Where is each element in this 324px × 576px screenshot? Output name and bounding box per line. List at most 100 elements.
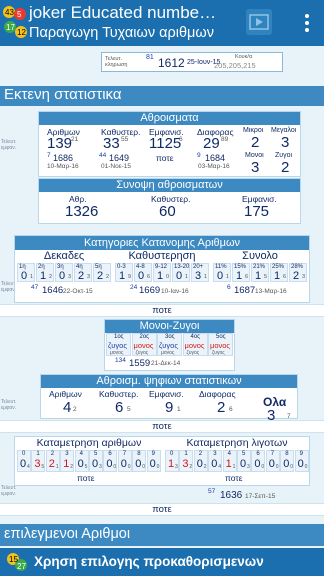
kath-draw-sup: 24 xyxy=(130,284,138,291)
category-cell-value: 2 xyxy=(293,270,300,282)
odd-even-sub: ζυγος xyxy=(135,350,149,356)
category-cell: 25% 1 6 xyxy=(270,263,288,282)
logo-number: 43 xyxy=(5,8,14,17)
kath-draw: 1669 xyxy=(139,285,161,296)
count-cell-sub: 4 xyxy=(218,464,221,470)
last-draw-id: 1612 xyxy=(158,56,185,70)
odd-even-value: ζυγος xyxy=(159,341,178,350)
count-cell-sub: 4 xyxy=(27,464,30,470)
digits-kathyster-value: 6 xyxy=(115,399,124,416)
side-label: Τελευτ. εμφαν. xyxy=(1,281,17,293)
predefined-button[interactable]: 15 27 Χρηση επιλογης προκαθορισμενων xyxy=(0,548,324,576)
count-cell-sub: 3 xyxy=(99,464,102,470)
count-cell: 600 xyxy=(251,450,266,472)
count-cell-sub: 0 xyxy=(142,464,145,470)
count-cell-value: 0 xyxy=(20,458,27,470)
sum-summary-box: Συνοψη αθροισματων Αθρ. 1326 Καθυστερ. 6… xyxy=(38,178,301,224)
section-title: Εκτενη στατιστικα xyxy=(0,86,324,106)
count-cell-label: 9 xyxy=(151,451,155,457)
counts-never: ποτε xyxy=(0,503,324,516)
digits-emfanis-value: 9 xyxy=(165,399,174,416)
app-title: joker Educated numbe… xyxy=(29,3,217,22)
category-cell-value: 0 xyxy=(176,270,183,282)
count-cell-label: 8 xyxy=(137,451,141,457)
summary-athr-value: 1326 xyxy=(65,203,99,220)
category-cell-value: 2 xyxy=(78,270,85,282)
count-cell-value: 0 xyxy=(254,458,261,470)
count-cell-value: 0 xyxy=(106,458,113,470)
odd-even-cell: 3ος ζυγος μονος xyxy=(157,333,182,356)
sum-kathyster-sup: 55 xyxy=(121,136,129,143)
app-header: 43 5 17 12 joker Educated numbe… Παραγωγ… xyxy=(0,0,324,46)
count-cell: 312 xyxy=(60,450,75,472)
count-cell-sub: 0 xyxy=(156,464,160,470)
count-cell: 132 xyxy=(179,450,194,472)
count-cell-label: 6 xyxy=(108,451,112,457)
logo-number: 17 xyxy=(6,23,15,32)
synolo-draw: 1687 xyxy=(234,285,256,296)
count-cell-value: 0 xyxy=(92,458,99,470)
digits-diaforas-sup: 6 xyxy=(229,406,233,413)
count-cell: 503 xyxy=(89,450,103,472)
category-cell-sub: 0 xyxy=(166,274,170,280)
count-cell-label: 0 xyxy=(170,451,174,457)
category-cell-value: 0 xyxy=(59,270,66,282)
side-label: Τελευτ. εμφαν. xyxy=(1,139,17,151)
count-cell: 411 xyxy=(222,450,237,472)
category-cell-sub: 9 xyxy=(128,274,132,280)
sum-kathyster-draw-sup: 44 xyxy=(99,152,107,159)
category-cell-sub: 6 xyxy=(147,274,151,280)
count-cell-value: 2 xyxy=(48,458,55,470)
count-cell-sub: 3 xyxy=(247,464,250,470)
count-cell-sub: 1 xyxy=(55,464,59,470)
category-cell-value: 1 xyxy=(40,270,47,282)
category-cell: 3η 0 3 xyxy=(55,263,73,282)
count-cell-sub: 2 xyxy=(70,464,73,470)
last-draw-bar: Τελευτ. κληρωση 81 1612 25-Ιουν-15 Κουκ/… xyxy=(101,52,283,72)
digits-arithmon-value: 4 xyxy=(63,399,72,416)
count-cell: 004 xyxy=(17,450,31,472)
predefined-label: Χρηση επιλογης προκαθορισμενων xyxy=(34,554,264,569)
counts-draw-sup: 57 xyxy=(208,488,216,495)
category-cell: 0-3 1 9 xyxy=(115,263,133,282)
digits-arithmon-sup: 2 xyxy=(73,406,77,413)
category-cell: 20+ 3 1 xyxy=(191,263,209,282)
category-cell-sub: 5 xyxy=(264,274,268,280)
digits-emfanis-sup: 1 xyxy=(177,406,181,413)
count-cell-sub: 5 xyxy=(41,464,45,470)
count-cell-sub: 2 xyxy=(203,464,207,470)
count-cell-value: 0 xyxy=(135,458,142,470)
synolo-draw-sup: 6 xyxy=(227,284,231,291)
categories-never: ποτε xyxy=(0,304,324,317)
sum-arithmon-date: 10-Μαρ-16 xyxy=(47,163,79,170)
odd-even-cell: 1ος ζυγος μονος xyxy=(106,333,131,356)
counts-date: 17-Σεπ-15 xyxy=(245,493,276,500)
side-label: Τελευτ. εμφαν. xyxy=(1,399,17,411)
category-cell-sub: 2 xyxy=(106,274,110,280)
category-cell-value: 1 xyxy=(236,270,243,282)
count-cell-label: 9 xyxy=(299,451,303,457)
synolo-title: Συνολο xyxy=(242,250,278,262)
category-cell: 11% 0 1 xyxy=(213,263,231,282)
counts-arithmon-title: Καταμετρηση αριθμων xyxy=(36,437,142,449)
odd-even-cell: 4ος μονος ζυγος xyxy=(182,333,208,356)
counts-ligoton-never: ποτε xyxy=(225,473,243,483)
overflow-menu-icon[interactable] xyxy=(300,12,314,34)
count-cell-value: 1 xyxy=(63,458,70,470)
category-cell: 1η 0 1 xyxy=(17,263,35,282)
count-cell-label: 1 xyxy=(36,451,40,457)
count-cell-value: 0 xyxy=(211,458,218,470)
count-cell-sub: 2 xyxy=(189,464,193,470)
app-logo-icon: 43 5 17 12 xyxy=(2,4,28,42)
category-cell-value: 0 xyxy=(138,270,145,282)
sum-kathyster-date: 01-Νοε-15 xyxy=(101,163,131,170)
category-cell: 2η 1 2 xyxy=(36,263,54,282)
category-cell-value: 3 xyxy=(195,270,202,282)
digits-never: ποτε xyxy=(0,420,324,433)
play-button[interactable] xyxy=(246,9,272,35)
count-cell-sub: 5 xyxy=(84,464,88,470)
odd-even-value: ζυγος xyxy=(108,341,127,350)
count-cell: 202 xyxy=(193,450,208,472)
odd-even-cell: 5ος μονος ζυγος xyxy=(208,333,233,356)
odd-even-sub: ζυγος xyxy=(212,350,225,356)
